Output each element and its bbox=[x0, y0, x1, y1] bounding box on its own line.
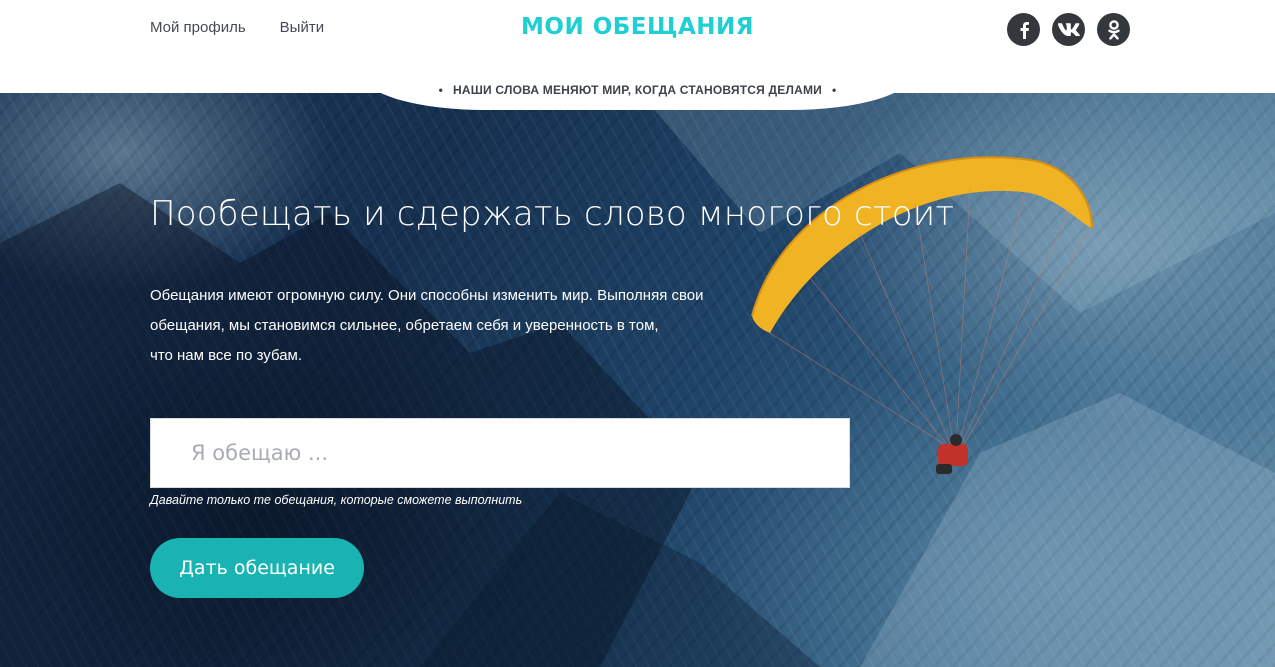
description-line: Обещания имеют огромную силу. Они способ… bbox=[150, 287, 704, 304]
vk-icon[interactable] bbox=[1052, 13, 1085, 46]
description-line: обещания, мы становимся сильнее, обретае… bbox=[150, 317, 659, 334]
social-links bbox=[1007, 13, 1130, 46]
promise-hint: Давайте только те обещания, которые смож… bbox=[150, 493, 523, 507]
promise-input[interactable] bbox=[150, 418, 850, 488]
give-promise-button[interactable]: Дать обещание bbox=[150, 538, 364, 598]
tagline: • НАШИ СЛОВА МЕНЯЮТ МИР, КОГДА СТАНОВЯТСЯ… bbox=[0, 83, 1275, 97]
nav-logout-link[interactable]: Выйти bbox=[280, 19, 324, 36]
paraglider-pilot bbox=[936, 434, 968, 474]
hero-description: Обещания имеют огромную силу. Они способ… bbox=[150, 281, 770, 371]
odnoklassniki-icon[interactable] bbox=[1097, 13, 1130, 46]
tagline-bullet-left: • bbox=[438, 83, 444, 97]
tagline-text: НАШИ СЛОВА МЕНЯЮТ МИР, КОГДА СТАНОВЯТСЯ … bbox=[453, 83, 822, 97]
nav-my-profile-link[interactable]: Мой профиль bbox=[150, 19, 246, 36]
site-header: Мой профиль Выйти МОИ ОБЕЩАНИЯ bbox=[0, 0, 1275, 93]
facebook-icon[interactable] bbox=[1007, 13, 1040, 46]
tagline-bullet-right: • bbox=[831, 83, 837, 97]
top-nav: Мой профиль Выйти bbox=[150, 19, 324, 36]
site-logo[interactable]: МОИ ОБЕЩАНИЯ bbox=[521, 14, 754, 40]
description-line: что нам все по зубам. bbox=[150, 347, 303, 364]
hero-headline: Пообещать и сдержать слово многого стоит bbox=[150, 194, 955, 234]
